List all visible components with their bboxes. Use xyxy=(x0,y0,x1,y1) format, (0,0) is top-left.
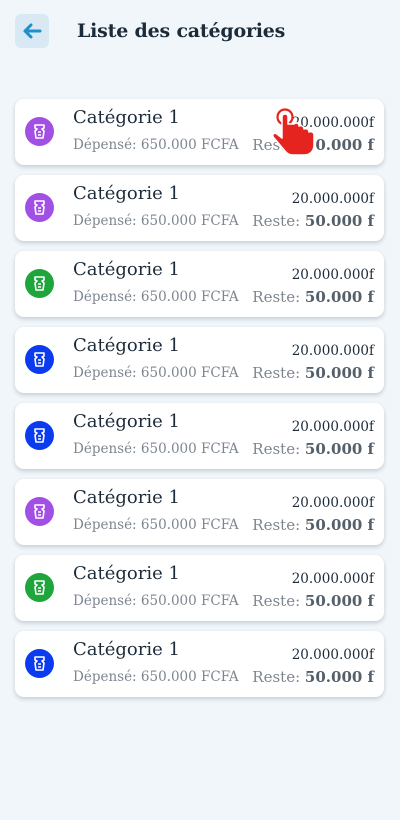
remaining-label: Reste: xyxy=(252,212,301,230)
category-card[interactable]: Catégorie 1 Dépensé: 650.000 FCFA 20.000.0… xyxy=(15,327,384,393)
category-spent: Dépensé: 650.000 FCFA xyxy=(73,441,239,457)
back-button[interactable] xyxy=(15,14,49,48)
category-list: Catégorie 1 Dépensé: 650.000 FCFA 20.000.0… xyxy=(15,99,384,707)
category-remaining: Reste: 50.000 f xyxy=(252,364,374,382)
category-name: Catégorie 1 xyxy=(73,335,180,356)
category-card[interactable]: Catégorie 1 Dépensé: 650.000 FCFA 20.000.0… xyxy=(15,403,384,469)
category-card[interactable]: Catégorie 1 Dépensé: 650.000 FCFA 20.000.0… xyxy=(15,631,384,697)
category-card[interactable]: Catégorie 1 Dépensé: 650.000 FCFA 20.000.0… xyxy=(15,175,384,241)
category-amount: 20.000.000f xyxy=(291,191,374,207)
category-icon xyxy=(25,649,54,678)
category-card[interactable]: Catégorie 1 Dépensé: 650.000 FCFA 20.000.0… xyxy=(15,251,384,317)
category-amount: 20.000.000f xyxy=(291,267,374,283)
category-name: Catégorie 1 xyxy=(73,259,180,280)
category-card[interactable]: Catégorie 1 Dépensé: 650.000 FCFA 20.000.0… xyxy=(15,99,384,165)
category-spent: Dépensé: 650.000 FCFA xyxy=(73,669,239,685)
remaining-value: 50.000 f xyxy=(304,440,374,458)
remaining-value: 50.000 f xyxy=(304,288,374,306)
category-spent: Dépensé: 650.000 FCFA xyxy=(73,593,239,609)
category-amount: 20.000.000f xyxy=(291,647,374,663)
category-amount: 20.000.000f xyxy=(291,419,374,435)
category-name: Catégorie 1 xyxy=(73,411,180,432)
remaining-label: Reste: xyxy=(252,288,301,306)
category-amount: 20.000.000f xyxy=(291,343,374,359)
category-spent: Dépensé: 650.000 FCFA xyxy=(73,213,239,229)
app-header: Liste des catégories xyxy=(0,0,400,70)
page-title: Liste des catégories xyxy=(77,20,286,42)
category-card[interactable]: Catégorie 1 Dépensé: 650.000 FCFA 20.000.0… xyxy=(15,479,384,545)
category-icon xyxy=(25,573,54,602)
category-card[interactable]: Catégorie 1 Dépensé: 650.000 FCFA 20.000.0… xyxy=(15,555,384,621)
category-icon xyxy=(25,269,54,298)
category-amount: 20.000.000f xyxy=(291,115,374,131)
remaining-value: 50.000 f xyxy=(304,364,374,382)
remaining-value: 50.000 f xyxy=(304,212,374,230)
remaining-label: Reste: xyxy=(252,136,301,154)
category-remaining: Reste: 50.000 f xyxy=(252,212,374,230)
category-remaining: Reste: 50.000 f xyxy=(252,516,374,534)
remaining-label: Reste: xyxy=(252,668,301,686)
remaining-label: Reste: xyxy=(252,592,301,610)
category-remaining: Reste: 50.000 f xyxy=(252,440,374,458)
category-remaining: Reste: 50.000 f xyxy=(252,136,374,154)
category-name: Catégorie 1 xyxy=(73,639,180,660)
remaining-value: 50.000 f xyxy=(304,592,374,610)
category-amount: 20.000.000f xyxy=(291,571,374,587)
category-name: Catégorie 1 xyxy=(73,107,180,128)
category-remaining: Reste: 50.000 f xyxy=(252,288,374,306)
category-icon xyxy=(25,421,54,450)
remaining-value: 50.000 f xyxy=(304,668,374,686)
category-icon xyxy=(25,117,54,146)
category-name: Catégorie 1 xyxy=(73,563,180,584)
category-icon xyxy=(25,193,54,222)
category-remaining: Reste: 50.000 f xyxy=(252,592,374,610)
category-spent: Dépensé: 650.000 FCFA xyxy=(73,517,239,533)
category-spent: Dépensé: 650.000 FCFA xyxy=(73,137,239,153)
remaining-value: 50.000 f xyxy=(304,136,374,154)
arrow-left-icon xyxy=(23,23,42,39)
remaining-label: Reste: xyxy=(252,440,301,458)
remaining-value: 50.000 f xyxy=(304,516,374,534)
category-remaining: Reste: 50.000 f xyxy=(252,668,374,686)
remaining-label: Reste: xyxy=(252,364,301,382)
category-spent: Dépensé: 650.000 FCFA xyxy=(73,365,239,381)
category-spent: Dépensé: 650.000 FCFA xyxy=(73,289,239,305)
category-icon xyxy=(25,497,54,526)
category-icon xyxy=(25,345,54,374)
remaining-label: Reste: xyxy=(252,516,301,534)
category-amount: 20.000.000f xyxy=(291,495,374,511)
category-name: Catégorie 1 xyxy=(73,183,180,204)
category-name: Catégorie 1 xyxy=(73,487,180,508)
